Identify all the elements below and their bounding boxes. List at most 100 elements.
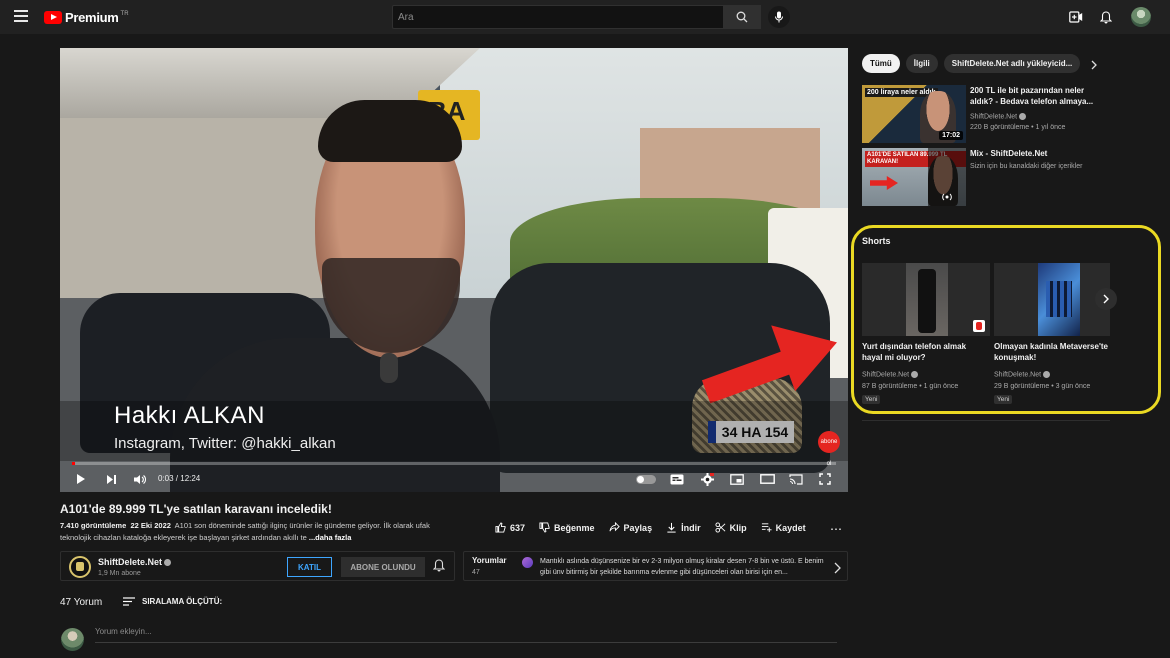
chips-next-icon[interactable]: [1090, 58, 1100, 70]
recommendation-channel-name: ShiftDelete.Net: [970, 113, 1018, 121]
like-count: 637: [510, 522, 526, 533]
recommendation-title[interactable]: 200 TL ile bit pazarından neler aldık? -…: [970, 85, 1100, 107]
player-controls: 0:03 / 12:24: [60, 466, 848, 492]
more-actions-icon[interactable]: ⋯: [830, 522, 842, 536]
progress-fill: [72, 462, 76, 465]
overlay-name: Hakkı ALKAN: [114, 402, 265, 429]
logo-country: TR: [120, 10, 129, 17]
dislike-label: Beğenme: [554, 522, 595, 533]
subtitles-icon[interactable]: [668, 470, 686, 488]
progress-bar[interactable]: [72, 462, 836, 465]
new-badge: Yeni: [862, 395, 881, 404]
short-thumbnail[interactable]: [994, 263, 1110, 336]
scissors-icon: [715, 522, 725, 533]
recommendation-channel[interactable]: ShiftDelete.Net: [970, 113, 1027, 121]
short-channel[interactable]: ShiftDelete.Net: [862, 371, 919, 378]
comments-teaser-text: Mantıklı aslında düşünsenize bir ev 2-3 …: [540, 558, 824, 576]
channel-bell-icon[interactable]: [432, 559, 449, 575]
recommendation-thumbnail[interactable]: 200 liraya neler aldık 17:02: [862, 85, 966, 143]
logo-text: Premium: [65, 10, 119, 25]
mix-thumbnail[interactable]: A101'DE SATILAN 89.999 TL KARAVAN!: [862, 148, 966, 206]
sort-button[interactable]: SIRALAMA ÖLÇÜTÜ:: [123, 597, 222, 606]
mix-radio-icon: [942, 193, 952, 201]
create-video-icon[interactable]: [1068, 9, 1084, 25]
commenter-avatar: [522, 557, 533, 568]
verified-icon: [1043, 371, 1051, 378]
miniplayer-icon[interactable]: [728, 470, 746, 488]
subscriber-count: 1,9 Mn abone: [98, 570, 141, 577]
show-more-link[interactable]: ...daha fazla: [309, 533, 352, 542]
thumbnail-arrow: [870, 176, 898, 190]
autoplay-toggle[interactable]: [636, 475, 656, 484]
comments-teaser-count: 47: [472, 569, 480, 576]
sort-icon: [123, 597, 135, 606]
subscribed-button[interactable]: ABONE OLUNDU: [341, 557, 425, 577]
overlay-social: Instagram, Twitter: @hakki_alkan: [114, 435, 336, 452]
shorts-logo-icon: [973, 320, 985, 332]
share-label: Paylaş: [623, 522, 653, 533]
share-button[interactable]: Paylaş: [609, 522, 653, 533]
channel-avatar[interactable]: [69, 556, 91, 578]
like-button[interactable]: 637: [495, 522, 525, 533]
recommendation-item[interactable]: 200 liraya neler aldık 17:02 200 TL ile …: [862, 85, 1110, 143]
verified-icon: [1019, 113, 1027, 120]
channel-name-text: ShiftDelete.Net: [98, 557, 163, 567]
save-playlist-icon: [761, 523, 772, 533]
youtube-premium-logo[interactable]: Premium TR: [44, 10, 129, 25]
recommendation-meta: 220 B görüntüleme • 1 yıl önce: [970, 124, 1066, 131]
play-icon[interactable]: [72, 470, 90, 488]
theater-mode-icon[interactable]: [758, 470, 776, 488]
save-label: Kaydet: [775, 522, 806, 533]
sort-label: SIRALAMA ÖLÇÜTÜ:: [142, 597, 223, 606]
lapel-mic: [380, 353, 398, 383]
description-box[interactable]: 7.410 görüntüleme 22 Eki 2022 A101 son d…: [60, 520, 450, 546]
notifications-bell-icon[interactable]: [1098, 9, 1114, 25]
dislike-button[interactable]: Beğenme: [539, 522, 595, 533]
settings-gear-icon[interactable]: [698, 470, 716, 488]
recommendation-title[interactable]: Mix - ShiftDelete.Net: [970, 148, 1100, 159]
save-button[interactable]: Kaydet: [761, 522, 806, 533]
video-title: A101'de 89.999 TL'ye satılan karavanı in…: [60, 502, 332, 516]
short-channel[interactable]: ShiftDelete.Net: [994, 371, 1051, 378]
cast-icon[interactable]: [787, 470, 805, 488]
chevron-right-icon[interactable]: [833, 561, 843, 574]
short-title[interactable]: Olmayan kadınla Metaverse'te konuşmak!: [994, 341, 1119, 363]
chip-related[interactable]: İlgili: [905, 54, 938, 73]
fullscreen-icon[interactable]: [816, 470, 834, 488]
share-icon: [609, 522, 620, 532]
next-icon[interactable]: [102, 470, 120, 488]
clip-label: Klip: [729, 522, 747, 533]
comments-teaser-title: Yorumlar: [472, 556, 507, 565]
shorts-title: Shorts: [862, 236, 891, 246]
phone-image: [906, 263, 948, 336]
thumbs-down-icon: [539, 522, 550, 533]
chip-all[interactable]: Tümü: [862, 54, 900, 73]
shorts-next-button[interactable]: [1095, 288, 1117, 310]
short-meta: 87 B görüntüleme • 1 gün önce: [862, 383, 959, 390]
chip-from-uploader[interactable]: ShiftDelete.Net adlı yükleyicid...: [943, 54, 1081, 73]
short-thumbnail[interactable]: [862, 263, 990, 336]
account-avatar[interactable]: [1131, 7, 1151, 27]
mic-icon: [775, 11, 783, 23]
thumbs-up-icon: [495, 522, 506, 533]
clip-button[interactable]: Klip: [715, 522, 747, 533]
volume-icon[interactable]: [130, 470, 148, 488]
download-button[interactable]: İndir: [666, 522, 701, 533]
recommendation-mix[interactable]: A101'DE SATILAN 89.999 TL KARAVAN! Mix -…: [862, 148, 1110, 206]
voice-search-button[interactable]: [768, 6, 790, 28]
comments-teaser[interactable]: Yorumlar 47 Mantıklı aslında düşünsenize…: [463, 551, 848, 581]
comments-count: 47 Yorum: [60, 597, 103, 608]
recommendation-meta: Sizin için bu kanaldaki diğer içerikler: [970, 163, 1083, 170]
search-input[interactable]: [393, 6, 723, 28]
short-title[interactable]: Yurt dışından telefon almak hayal mi olu…: [862, 341, 987, 363]
add-comment-input[interactable]: Yorum ekleyin...: [95, 627, 837, 643]
menu-icon[interactable]: [14, 10, 28, 22]
join-button[interactable]: KATIL: [287, 557, 332, 577]
search-button[interactable]: [723, 5, 761, 29]
search-box: [392, 5, 724, 29]
video-duration: 17:02: [939, 131, 963, 140]
video-player[interactable]: BA 34 HA 154 Hakkı ALKAN Instagram, Twit…: [60, 48, 848, 492]
subscribe-watermark[interactable]: abone ol: [818, 431, 840, 467]
channel-name[interactable]: ShiftDelete.Net: [98, 557, 172, 567]
channel-box: ShiftDelete.Net 1,9 Mn abone KATIL ABONE…: [60, 551, 455, 581]
